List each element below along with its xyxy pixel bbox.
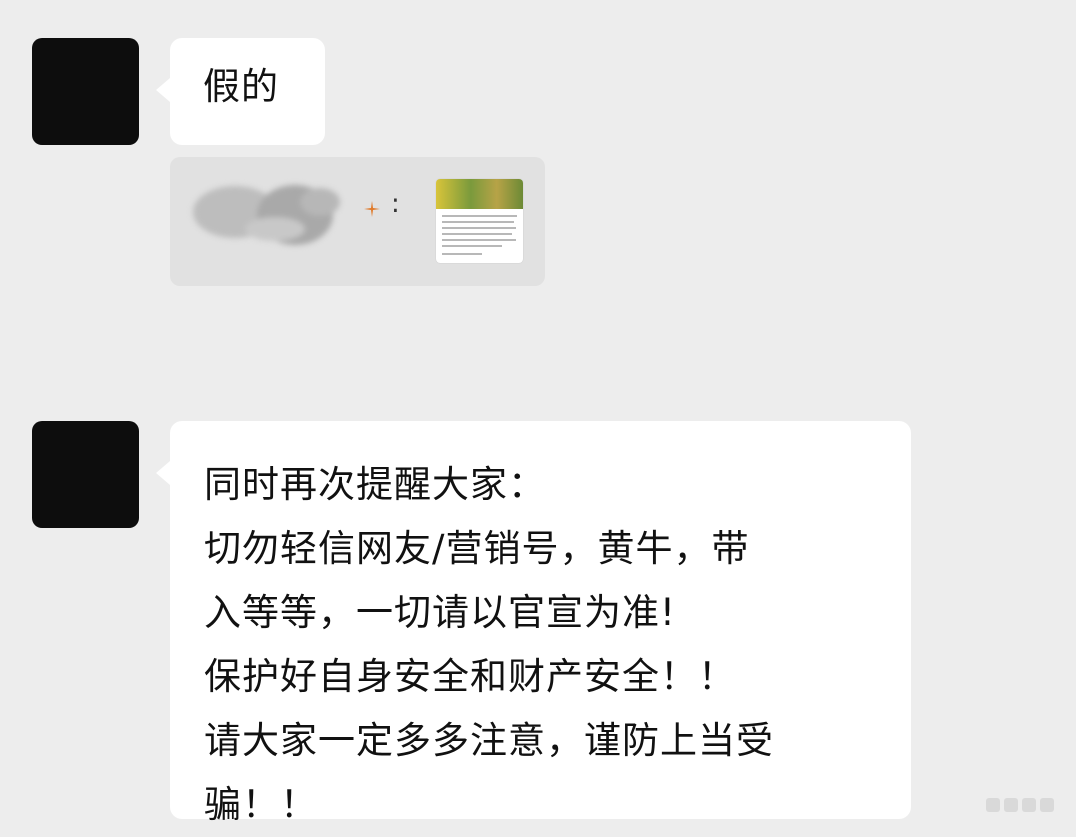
thumbnail-text-line <box>442 239 516 241</box>
sender-avatar[interactable] <box>32 421 139 528</box>
message-line: 入等等，一切请以官宣为准! <box>204 591 676 634</box>
thumbnail-text-line <box>442 227 516 229</box>
redacted-name <box>193 185 340 245</box>
thumbnail-text-line <box>442 245 502 247</box>
message-line: 骗！！ <box>204 783 318 826</box>
message-line: 保护好自身安全和财产安全！！ <box>204 655 736 698</box>
sender-avatar[interactable] <box>32 38 139 145</box>
thumbnail-text-line <box>442 221 514 223</box>
sparkle-icon <box>364 201 380 217</box>
message-text: 假的 <box>203 65 279 108</box>
quote-separator: : <box>391 189 400 219</box>
thumbnail-text-line <box>442 233 512 235</box>
watermark-logo <box>986 798 1054 812</box>
message-line: 同时再次提醒大家： <box>204 463 546 506</box>
message-bubble[interactable]: 假的 <box>156 38 325 145</box>
quoted-message[interactable]: : <box>170 157 545 286</box>
thumbnail-text-line <box>442 215 517 217</box>
message-bubble[interactable]: 同时再次提醒大家： 切勿轻信网友/营销号，黄牛，带 入等等，一切请以官宣为准! … <box>156 421 911 826</box>
message-line: 请大家一定多多注意，谨防上当受 <box>204 719 774 762</box>
message-line: 切勿轻信网友/营销号，黄牛，带 <box>204 527 750 570</box>
thumbnail-banner-image <box>436 179 523 209</box>
quoted-image-thumbnail[interactable] <box>436 179 523 263</box>
thumbnail-text-line <box>442 253 482 255</box>
